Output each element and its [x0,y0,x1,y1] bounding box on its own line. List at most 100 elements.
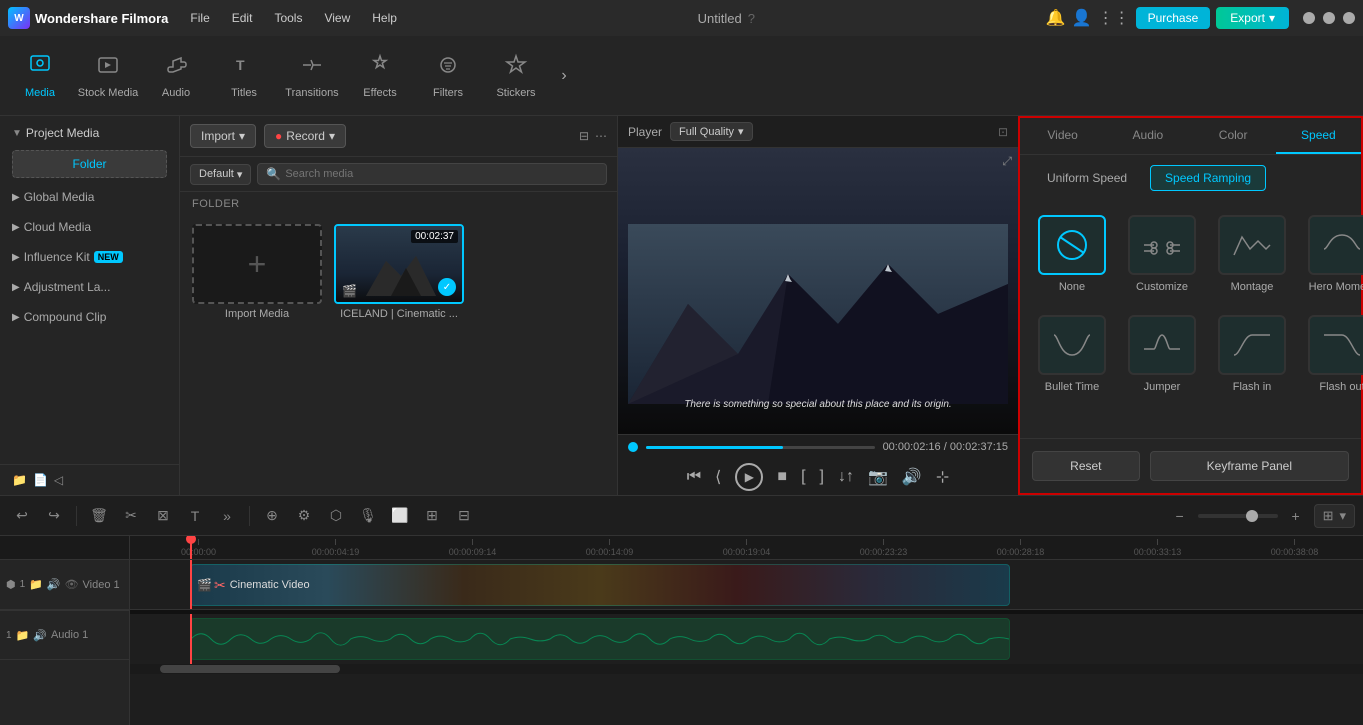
fullscreen-icon[interactable]: ⤢ [1002,154,1012,169]
close-button[interactable] [1343,12,1355,24]
menu-edit[interactable]: Edit [222,7,263,29]
more-tools-icon[interactable]: » [213,502,241,530]
toolbar-stock-media[interactable]: Stock Media [76,42,140,110]
toolbar-more[interactable]: › [552,42,576,110]
mark-out-button[interactable]: ] [820,468,824,486]
video-thumb[interactable]: 00:02:37 ✓ 🎬 [334,224,464,304]
crop-button[interactable]: ⊠ [149,502,177,530]
audio-track-add-icon[interactable]: 📁 [16,629,30,642]
clip-split-button[interactable]: ⬡ [322,502,350,530]
quality-select[interactable]: Full Quality ▾ [670,122,753,141]
track-options-button[interactable]: ⊞ ▾ [1314,504,1355,528]
folder-button[interactable]: Folder [12,150,167,178]
add-to-timeline-button[interactable]: ↓↑ [838,468,854,486]
frame-back-button[interactable]: ⟨ [715,467,721,487]
video-media-item[interactable]: 00:02:37 ✓ 🎬 ICELAND | Cinematic ... [334,224,464,320]
maximize-button[interactable] [1323,12,1335,24]
notif-icon[interactable]: 🔔 [1046,8,1066,28]
toolbar-effects[interactable]: Effects [348,42,412,110]
redo-button[interactable]: ↪ [40,502,68,530]
menu-view[interactable]: View [314,7,360,29]
default-dropdown[interactable]: Default ▾ [190,164,251,185]
toolbar-media[interactable]: Media [8,42,72,110]
speed-card-flash-out[interactable]: Flash out [1302,309,1363,399]
scrubber-track[interactable] [646,446,875,449]
cut-button[interactable]: ✂ [117,502,145,530]
account-icon[interactable]: 👤 [1072,8,1092,28]
menu-help[interactable]: Help [362,7,407,29]
filter-icon[interactable]: ⊟ [579,129,589,143]
import-media-thumb[interactable]: + [192,224,322,304]
timeline-scrollbar[interactable] [130,664,1363,674]
delete-button[interactable]: 🗑 [85,502,113,530]
zoom-slider[interactable] [1198,514,1278,518]
project-media-header[interactable]: ▼ Project Media [0,116,179,146]
mark-in-button[interactable]: [ [801,468,805,486]
video-track-mute-icon[interactable]: 🔊 [47,578,61,591]
scrubber-dot[interactable] [628,442,638,452]
speed-card-bullet-time[interactable]: Bullet Time [1032,309,1112,399]
connect-button[interactable]: ⊞ [418,502,446,530]
volume-icon[interactable]: 🔊 [902,467,922,487]
more-options-icon[interactable]: ⋯ [595,129,607,143]
speed-card-none[interactable]: None [1032,209,1112,299]
toolbar-stickers[interactable]: Stickers [484,42,548,110]
menu-tools[interactable]: Tools [264,7,312,29]
zoom-in-button[interactable]: + [1282,502,1310,530]
apps-icon[interactable]: ⋮⋮ [1098,8,1130,28]
add-media-icon[interactable]: 📄 [33,473,48,487]
undo-button[interactable]: ↩ [8,502,36,530]
video-track-eye-icon[interactable]: 👁 [65,578,79,591]
tab-audio[interactable]: Audio [1105,118,1190,154]
video-clip[interactable]: 🎬 ✂ Cinematic Video [190,564,1010,606]
import-media-item[interactable]: + Import Media [192,224,322,320]
speed-card-montage[interactable]: Montage [1212,209,1292,299]
speed-card-hero-moment[interactable]: Hero Moment [1302,209,1363,299]
speed-card-flash-in[interactable]: Flash in [1212,309,1292,399]
keyframe-panel-button[interactable]: Keyframe Panel [1150,451,1349,481]
subtab-uniform-speed[interactable]: Uniform Speed [1032,165,1142,191]
stop-button[interactable]: ■ [777,468,787,486]
fit-screen-button[interactable]: ⊹ [936,467,949,487]
sidebar-item-influence-kit[interactable]: ▶ Influence Kit NEW [0,242,179,272]
tab-video[interactable]: Video [1020,118,1105,154]
menu-file[interactable]: File [180,7,219,29]
record-button[interactable]: ● Record ▾ [264,124,346,148]
minimize-button[interactable] [1303,12,1315,24]
video-track-add-icon[interactable]: 📁 [29,578,43,591]
playhead[interactable] [190,536,192,559]
play-button[interactable]: ▶ [735,463,763,491]
reset-button[interactable]: Reset [1032,451,1140,481]
sidebar-item-global-media[interactable]: ▶ Global Media [0,182,179,212]
audio-track-mute-icon[interactable]: 🔊 [33,629,47,642]
split-audio-button[interactable]: ⚙ [290,502,318,530]
speed-card-jumper[interactable]: Jumper [1122,309,1202,399]
snapshot-icon[interactable]: 📷 [868,467,888,487]
toolbar-filters[interactable]: Filters [416,42,480,110]
subtab-speed-ramping[interactable]: Speed Ramping [1150,165,1266,191]
import-button[interactable]: Import ▾ [190,124,256,148]
scrollbar-thumb[interactable] [160,665,340,673]
mic-button[interactable]: 🎙 [354,502,382,530]
search-input[interactable] [285,168,598,180]
sidebar-item-cloud-media[interactable]: ▶ Cloud Media [0,212,179,242]
tab-color[interactable]: Color [1191,118,1276,154]
speed-card-customize[interactable]: Customize [1122,209,1202,299]
wrap-button[interactable]: ⬜ [386,502,414,530]
sidebar-item-adjustment[interactable]: ▶ Adjustment La... [0,272,179,302]
magnet-button[interactable]: ⊕ [258,502,286,530]
add-folder-icon[interactable]: 📁 [12,473,27,487]
sidebar-item-compound-clip[interactable]: ▶ Compound Clip [0,302,179,332]
skip-back-button[interactable]: ⏮ [687,468,701,486]
toolbar-audio[interactable]: Audio [144,42,208,110]
shrink-button[interactable]: ⊟ [450,502,478,530]
collapse-panel-icon[interactable]: ◁ [54,473,63,487]
purchase-button[interactable]: Purchase [1136,7,1211,29]
preview-expand-icon[interactable]: ⊡ [998,125,1008,139]
toolbar-transitions[interactable]: Transitions [280,42,344,110]
tab-speed[interactable]: Speed [1276,118,1361,154]
zoom-out-button[interactable]: − [1166,502,1194,530]
toolbar-titles[interactable]: T Titles [212,42,276,110]
text-button[interactable]: T [181,502,209,530]
export-button[interactable]: Export ▾ [1216,7,1289,29]
